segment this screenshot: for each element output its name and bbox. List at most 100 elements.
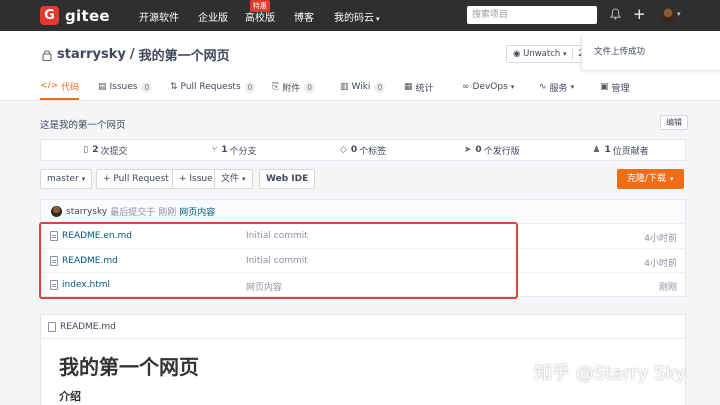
stat-releases[interactable]: ➤ 0 个发行版 <box>427 140 556 160</box>
stat-number: 2 <box>92 145 99 155</box>
commit-icon: ▯ <box>83 145 89 155</box>
bell-icon[interactable] <box>610 8 621 20</box>
file-icon <box>48 321 56 332</box>
tab-label: 代码 <box>61 82 80 93</box>
clone-download-button[interactable]: 克隆/下载 ▾ <box>617 169 684 189</box>
tab-count: 0 <box>244 81 256 93</box>
stat-branches[interactable]: ⑂ 1 个分支 <box>170 140 299 160</box>
tab-pull-requests[interactable]: ⇅ Pull Requests 0 <box>170 74 256 100</box>
stat-number: 0 <box>350 145 358 155</box>
repo-name[interactable]: 我的第一个网页 <box>139 45 230 64</box>
tab-label: 管理 <box>611 83 630 94</box>
tab-devops[interactable]: ∞ DevOps ▾ <box>462 74 514 100</box>
chevron-down-icon: ▾ <box>563 50 567 58</box>
stat-label: 次提交 <box>100 146 128 157</box>
tab-label: 统计 <box>415 83 434 94</box>
plus-icon[interactable]: + <box>633 5 646 23</box>
tab-wiki[interactable]: ▥ Wiki 0 <box>340 74 386 100</box>
user-avatar[interactable] <box>661 8 675 22</box>
nav-education[interactable]: 高校版 <box>245 9 275 24</box>
chevron-down-icon[interactable]: ▾ <box>677 10 681 18</box>
chevron-down-icon: ▾ <box>510 83 515 91</box>
latest-commit-bar: starrysky 最后提交于 刚刚 网页内容 <box>41 200 685 224</box>
chevron-down-icon: ▾ <box>242 175 246 183</box>
unwatch-button[interactable]: ◉ Unwatch ▾ 2 <box>506 45 591 63</box>
readme-filename[interactable]: README.md <box>60 322 116 332</box>
stat-label: 个分支 <box>229 146 257 157</box>
chart-icon: ▦ <box>404 82 413 92</box>
user-icon: ♟ <box>592 145 601 155</box>
tab-attachments[interactable]: ⎘ 附件 0 <box>272 74 315 100</box>
new-issue-button[interactable]: + Issue <box>172 169 220 189</box>
book-icon: ▥ <box>340 82 349 92</box>
repo-separator: / <box>129 47 135 62</box>
watermark: 知乎 @Starry Sky <box>534 363 686 384</box>
web-ide-button[interactable]: Web IDE <box>259 169 316 189</box>
repo-title: starrysky / 我的第一个网页 <box>42 45 230 64</box>
tab-issues[interactable]: ▤ Issues 0 <box>98 74 153 100</box>
nav-blog[interactable]: 博客 <box>294 9 314 24</box>
chevron-down-icon: ▾ <box>570 83 575 91</box>
chevron-down-icon: ▾ <box>376 15 380 23</box>
infinity-icon: ∞ <box>462 82 470 92</box>
commit-time: 刚刚 <box>158 208 177 218</box>
clone-label: 克隆/下载 <box>627 174 667 184</box>
tab-statistics[interactable]: ▦ 统计 <box>404 74 434 100</box>
file-time: 刚刚 <box>658 283 677 293</box>
unwatch-label: Unwatch <box>523 49 561 59</box>
tab-label: Wiki <box>351 82 371 92</box>
file-time: 4小时前 <box>644 234 677 244</box>
commit-author[interactable]: starrysky <box>66 207 107 217</box>
issue-icon: ▤ <box>98 82 107 92</box>
code-icon: </> <box>40 81 59 91</box>
tab-label: 服务 <box>549 83 568 94</box>
tag-icon: ◇ <box>339 145 347 155</box>
nav-enterprise[interactable]: 企业版 <box>198 9 228 24</box>
tab-manage[interactable]: ▣ 管理 <box>600 74 630 100</box>
stat-contributors[interactable]: ♟ 1 位贡献者 <box>556 140 685 160</box>
gitee-logo-text: gitee <box>65 6 110 25</box>
lock-icon <box>42 49 52 61</box>
tab-label: Pull Requests <box>180 82 241 92</box>
tab-label: Issues <box>109 82 138 92</box>
gitee-logo[interactable]: G gitee <box>40 6 110 25</box>
eye-icon: ◉ <box>513 49 521 59</box>
tab-count: 0 <box>304 81 315 93</box>
stat-number: 1 <box>604 145 611 155</box>
tab-code[interactable]: </> 代码 <box>40 74 80 100</box>
avatar[interactable] <box>51 206 62 217</box>
nav-open-source[interactable]: 开源软件 <box>139 9 179 24</box>
branch-label: master <box>47 174 79 184</box>
commit-message[interactable]: 网页内容 <box>179 205 215 218</box>
top-nav: G gitee 开源软件 企业版 特惠 高校版 博客 我的码云 ▾ 搜索项目 + … <box>0 0 720 31</box>
tab-services[interactable]: ∿ 服务 ▾ <box>539 74 574 100</box>
nav-my-gitee[interactable]: 我的码云 ▾ <box>334 9 380 24</box>
readme-header: README.md <box>41 315 685 339</box>
branch-select[interactable]: master ▾ <box>40 169 93 189</box>
nav-my-gitee-label: 我的码云 <box>334 13 374 24</box>
stat-tags[interactable]: ◇ 0 个标签 <box>299 140 428 160</box>
upload-success-toast: 文件上传成功 <box>581 35 720 71</box>
file-menu-label: 文件 <box>221 174 240 184</box>
send-icon: ➤ <box>463 145 472 155</box>
commit-text: 最后提交于 <box>110 208 156 218</box>
pull-request-button[interactable]: + Pull Request <box>96 169 176 189</box>
highlight-box <box>39 222 518 299</box>
edit-button[interactable]: 编辑 <box>660 115 688 130</box>
stat-commits[interactable]: ▯ 2 次提交 <box>41 140 170 160</box>
paperclip-icon: ⎘ <box>272 82 280 92</box>
tab-count: 0 <box>374 81 386 93</box>
search-input[interactable]: 搜索项目 <box>467 6 597 24</box>
stat-label: 个标签 <box>359 146 387 157</box>
branch-icon: ⑂ <box>211 145 218 155</box>
file-menu-button[interactable]: 文件 ▾ <box>214 169 253 189</box>
readme-section-heading: 介绍 <box>59 390 81 403</box>
gitee-logo-icon: G <box>40 6 59 25</box>
repo-description: 这是我的第一个网页 <box>40 120 126 131</box>
stat-number: 1 <box>221 145 228 155</box>
tab-label: DevOps <box>472 82 508 92</box>
chevron-down-icon: ▾ <box>81 175 86 183</box>
pulse-icon: ∿ <box>539 82 547 92</box>
settings-icon: ▣ <box>600 82 609 92</box>
repo-owner[interactable]: starrysky <box>57 47 126 62</box>
